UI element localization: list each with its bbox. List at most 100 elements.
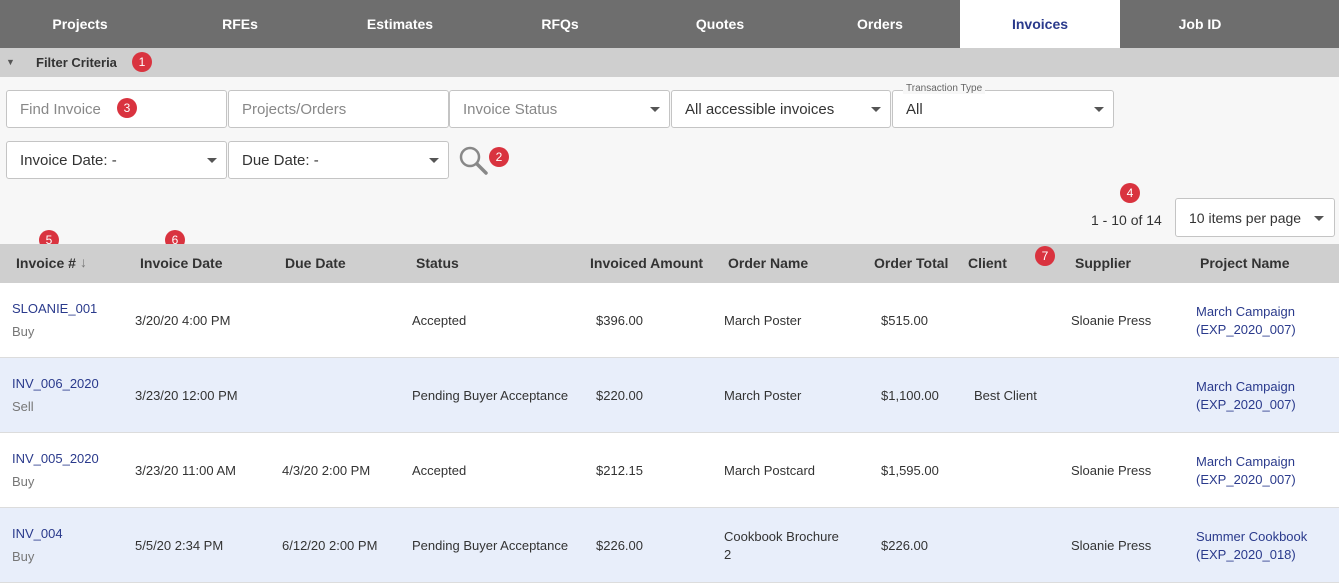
tab-rfqs[interactable]: RFQs (480, 0, 640, 48)
dropdown-caret-icon (207, 158, 217, 163)
sort-down-arrow-icon[interactable]: ↓ (80, 254, 87, 270)
column-header-order-name[interactable]: Order Name (728, 255, 808, 271)
filter-criteria-bar: ▼ Filter Criteria (0, 48, 1339, 77)
items-per-page-value: 10 items per page (1189, 210, 1302, 226)
invoice-type: Sell (12, 399, 34, 414)
column-header-invoice-number[interactable]: Invoice # (16, 255, 76, 271)
dropdown-caret-icon (1314, 216, 1324, 221)
dropdown-caret-icon (429, 158, 439, 163)
callout-badge-7: 7 (1035, 246, 1055, 266)
status-cell: Pending Buyer Acceptance (412, 538, 569, 553)
supplier-cell: Sloanie Press (1071, 538, 1152, 553)
order-total-cell: $515.00 (881, 313, 928, 328)
status-cell: Accepted (412, 463, 467, 478)
dropdown-caret-icon (650, 107, 660, 112)
transaction-type-select[interactable]: Transaction Type All (892, 83, 1114, 128)
order-name-cell: Cookbook Brochure (724, 529, 839, 544)
order-name-cell: March Postcard (724, 463, 816, 478)
tab-quotes[interactable]: Quotes (640, 0, 800, 48)
order-total-cell: $226.00 (881, 538, 928, 553)
status-cell: Pending Buyer Acceptance (412, 388, 569, 403)
project-code-link[interactable]: (EXP_2020_007) (1196, 395, 1296, 414)
project-code-link[interactable]: (EXP_2020_007) (1196, 320, 1296, 339)
project-code-link[interactable]: (EXP_2020_007) (1196, 470, 1296, 489)
dropdown-caret-icon (871, 107, 881, 112)
tab-estimates[interactable]: Estimates (320, 0, 480, 48)
table-row[interactable]: INV_005_2020 Buy 3/23/20 11:00 AM 4/3/20… (0, 433, 1339, 508)
due-date-cell: 6/12/20 2:00 PM (282, 538, 378, 553)
pagination-range: 1 - 10 of 14 (1091, 212, 1162, 228)
client-cell: Best Client (974, 388, 1037, 403)
invoiced-amount-cell: $226.00 (596, 538, 643, 553)
column-header-invoice-date[interactable]: Invoice Date (140, 255, 222, 271)
table-row[interactable]: SLOANIE_001 Buy 3/20/20 4:00 PM Accepted… (0, 283, 1339, 358)
table-row[interactable]: INV_006_2020 Sell 3/23/20 12:00 PM Pendi… (0, 358, 1339, 433)
status-cell: Accepted (412, 313, 467, 328)
items-per-page-select[interactable]: 10 items per page (1175, 198, 1335, 237)
supplier-cell: Sloanie Press (1071, 313, 1152, 328)
project-code-link[interactable]: (EXP_2020_018) (1196, 545, 1296, 564)
project-name-link[interactable]: March Campaign (1196, 302, 1295, 321)
invoice-number-link[interactable]: INV_006_2020 (12, 374, 99, 393)
callout-badge-4: 4 (1120, 183, 1140, 203)
projects-orders-placeholder: Projects/Orders (242, 101, 347, 118)
column-header-supplier[interactable]: Supplier (1075, 255, 1131, 271)
invoice-date-cell: 5/5/20 2:34 PM (135, 538, 224, 553)
invoice-type: Buy (12, 324, 35, 339)
project-name-link[interactable]: March Campaign (1196, 452, 1295, 471)
column-header-status[interactable]: Status (416, 255, 459, 271)
order-total-cell: $1,595.00 (881, 463, 939, 478)
invoice-number-link[interactable]: INV_005_2020 (12, 449, 99, 468)
invoice-scope-value: All accessible invoices (685, 101, 835, 118)
project-name-link[interactable]: Summer Cookbook (1196, 527, 1307, 546)
due-date-cell: 4/3/20 2:00 PM (282, 463, 371, 478)
due-date-value: Due Date: - (242, 152, 319, 169)
supplier-cell: Sloanie Press (1071, 463, 1152, 478)
invoice-number-link[interactable]: INV_004 (12, 524, 63, 543)
project-name-link[interactable]: March Campaign (1196, 377, 1295, 396)
invoiced-amount-cell: $220.00 (596, 388, 643, 403)
invoiced-amount-cell: $212.15 (596, 463, 643, 478)
find-invoice-placeholder: Find Invoice (20, 101, 101, 118)
projects-orders-input[interactable]: Projects/Orders (228, 90, 449, 128)
transaction-type-label: Transaction Type (903, 83, 986, 94)
tab-job-id[interactable]: Job ID (1120, 0, 1280, 48)
top-tab-bar: Projects RFEs Estimates RFQs Quotes Orde… (0, 0, 1339, 48)
filter-criteria-title[interactable]: Filter Criteria (36, 55, 117, 70)
callout-badge-3: 3 (117, 98, 137, 118)
invoice-type: Buy (12, 549, 35, 564)
order-name-cell: March Poster (724, 388, 802, 403)
invoice-type: Buy (12, 474, 35, 489)
collapse-triangle-icon[interactable]: ▼ (6, 57, 15, 67)
search-icon[interactable] (458, 145, 488, 175)
tab-projects[interactable]: Projects (0, 0, 160, 48)
invoice-scope-select[interactable]: All accessible invoices (671, 90, 891, 128)
table-header: Invoice # ↓ Invoice Date Due Date Status… (0, 244, 1339, 283)
due-date-select[interactable]: Due Date: - (228, 141, 449, 179)
invoice-date-cell: 3/23/20 11:00 AM (135, 463, 236, 478)
order-name-cell: March Poster (724, 313, 802, 328)
invoice-date-cell: 3/23/20 12:00 PM (135, 388, 238, 403)
column-header-due-date[interactable]: Due Date (285, 255, 346, 271)
invoice-status-select[interactable]: Invoice Status (449, 90, 670, 128)
column-header-order-total[interactable]: Order Total (874, 255, 948, 271)
tab-invoices[interactable]: Invoices (960, 0, 1120, 48)
callout-badge-1: 1 (132, 52, 152, 72)
column-header-project-name[interactable]: Project Name (1200, 255, 1289, 271)
invoice-number-link[interactable]: SLOANIE_001 (12, 299, 97, 318)
order-total-cell: $1,100.00 (881, 388, 939, 403)
transaction-type-value: All (906, 101, 923, 118)
column-header-client[interactable]: Client (968, 255, 1007, 271)
table-row[interactable]: INV_004 Buy 5/5/20 2:34 PM 6/12/20 2:00 … (0, 508, 1339, 583)
dropdown-caret-icon (1094, 107, 1104, 112)
tab-orders[interactable]: Orders (800, 0, 960, 48)
invoice-date-value: Invoice Date: - (20, 152, 117, 169)
invoice-date-select[interactable]: Invoice Date: - (6, 141, 227, 179)
invoice-date-cell: 3/20/20 4:00 PM (135, 313, 231, 328)
invoice-status-placeholder: Invoice Status (463, 101, 558, 118)
column-header-invoiced-amount[interactable]: Invoiced Amount (590, 255, 703, 271)
callout-badge-2: 2 (489, 147, 509, 167)
tab-rfes[interactable]: RFEs (160, 0, 320, 48)
order-name-cell-line-2: 2 (724, 547, 732, 562)
invoiced-amount-cell: $396.00 (596, 313, 643, 328)
